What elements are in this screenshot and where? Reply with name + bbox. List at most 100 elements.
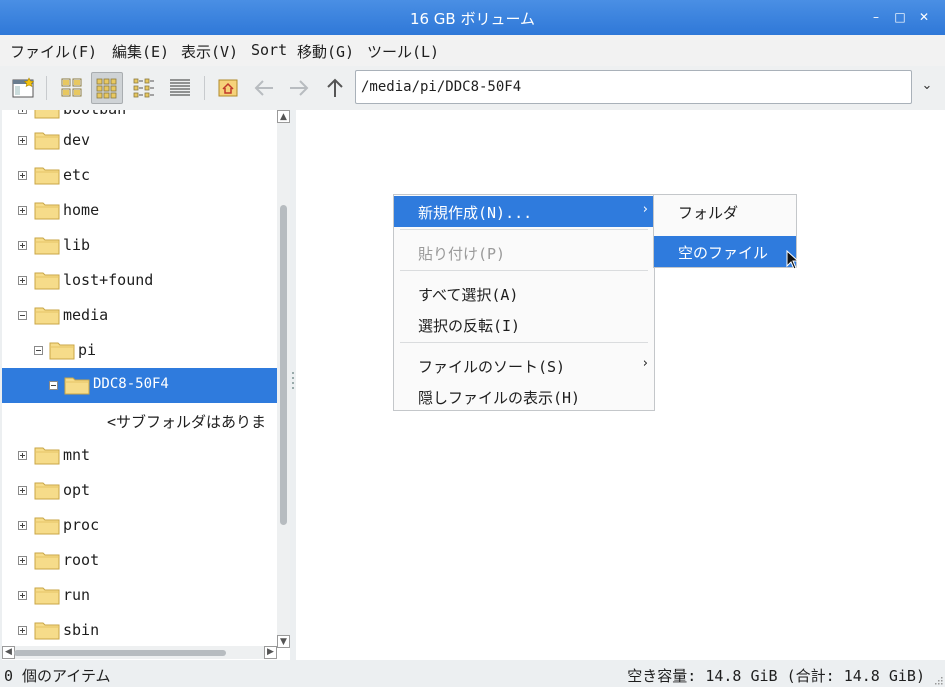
tree-row-dev[interactable]: dev bbox=[2, 123, 277, 158]
home-icon[interactable] bbox=[212, 72, 244, 104]
tree-row-mnt[interactable]: mnt bbox=[2, 438, 277, 473]
tree-row-lib[interactable]: lib bbox=[2, 228, 277, 263]
tree-row-run[interactable]: run bbox=[2, 578, 277, 613]
menu-file[interactable]: ファイル(F) bbox=[10, 41, 97, 62]
tree-row-root[interactable]: root bbox=[2, 543, 277, 578]
menu-item-invert-selection[interactable]: 選択の反転(I) bbox=[394, 309, 654, 340]
menu-item-select-all[interactable]: すべて選択(A) bbox=[394, 278, 654, 309]
collapse-icon[interactable] bbox=[34, 346, 43, 355]
expand-icon[interactable] bbox=[18, 626, 27, 635]
collapse-icon[interactable] bbox=[49, 381, 58, 390]
tree-label: bootban bbox=[63, 110, 126, 118]
expand-icon[interactable] bbox=[18, 206, 27, 215]
tree-vertical-scrollbar[interactable]: ▲ ▼ bbox=[277, 110, 290, 648]
folder-icon bbox=[49, 342, 75, 360]
tree-row-sbin[interactable]: sbin bbox=[2, 613, 277, 648]
menu-item-label: 選択の反転(I) bbox=[418, 317, 521, 335]
resize-grip-icon[interactable] bbox=[933, 675, 943, 685]
expand-icon[interactable] bbox=[18, 451, 27, 460]
close-button[interactable]: ✕ bbox=[914, 8, 934, 26]
detailed-list-view-icon[interactable] bbox=[164, 72, 196, 104]
menu-item-show-hidden[interactable]: 隠しファイルの表示(H) bbox=[394, 381, 654, 412]
menu-item-paste[interactable]: 貼り付け(P) bbox=[394, 237, 654, 268]
icon-view-icon[interactable] bbox=[56, 72, 88, 104]
up-arrow-icon[interactable] bbox=[319, 72, 351, 104]
expand-icon[interactable] bbox=[18, 136, 27, 145]
expand-icon[interactable] bbox=[18, 110, 27, 114]
collapse-icon[interactable] bbox=[18, 311, 27, 320]
status-bar: 0 個のアイテム 空き容量: 14.8 GiB (合計: 14.8 GiB) bbox=[0, 660, 945, 687]
forward-arrow-icon[interactable] bbox=[283, 72, 315, 104]
tree-label: DDC8-50F4 bbox=[93, 376, 169, 392]
expand-icon[interactable] bbox=[18, 171, 27, 180]
menu-item-label: 隠しファイルの表示(H) bbox=[418, 389, 581, 407]
tree-row-home[interactable]: home bbox=[2, 193, 277, 228]
menu-view[interactable]: 表示(V) bbox=[181, 41, 238, 62]
item-count: 0 個のアイテム bbox=[4, 667, 111, 685]
tree-label: mnt bbox=[63, 446, 91, 464]
folder-icon bbox=[34, 447, 60, 465]
window-title: 16 GB ボリューム bbox=[409, 10, 536, 28]
folder-icon bbox=[34, 307, 60, 325]
chevron-down-icon[interactable]: ⌄ bbox=[915, 78, 939, 98]
toolbar-separator bbox=[204, 76, 205, 100]
menu-item-new[interactable]: 新規作成(N)... › bbox=[394, 196, 654, 227]
tree-label: opt bbox=[63, 481, 91, 499]
new-window-icon[interactable] bbox=[8, 72, 40, 104]
menu-tools[interactable]: ツール(L) bbox=[367, 41, 439, 62]
chevron-right-icon: › bbox=[642, 202, 648, 217]
tree-label: sbin bbox=[63, 621, 100, 639]
tree-label: lost+found bbox=[63, 271, 154, 289]
tree-label: etc bbox=[63, 166, 91, 184]
expand-icon[interactable] bbox=[18, 241, 27, 250]
menu-item-label: 空のファイル bbox=[678, 244, 769, 262]
scroll-thumb[interactable] bbox=[280, 205, 287, 525]
chevron-right-icon: › bbox=[642, 356, 648, 371]
menu-bar: ファイル(F) 編集(E) 表示(V) Sort 移動(G) ツール(L) bbox=[0, 35, 945, 66]
back-arrow-icon[interactable] bbox=[248, 72, 280, 104]
scroll-up-icon[interactable]: ▲ bbox=[277, 110, 290, 123]
tree-row-media[interactable]: media bbox=[2, 298, 277, 333]
folder-icon bbox=[34, 587, 60, 605]
tree-row-ddc8-50f4[interactable]: DDC8-50F4 bbox=[2, 368, 277, 403]
tree-row-pi[interactable]: pi bbox=[2, 333, 277, 368]
folder-icon bbox=[34, 552, 60, 570]
tree-row-etc[interactable]: etc bbox=[2, 158, 277, 193]
minimize-button[interactable]: – bbox=[866, 8, 886, 26]
menu-edit[interactable]: 編集(E) bbox=[112, 41, 169, 62]
menu-sort[interactable]: Sort bbox=[251, 41, 287, 59]
scroll-thumb[interactable] bbox=[14, 650, 226, 656]
thumbnail-view-icon[interactable] bbox=[91, 72, 123, 104]
new-submenu: フォルダ 空のファイル bbox=[653, 194, 797, 268]
expand-icon[interactable] bbox=[18, 591, 27, 600]
folder-tree[interactable]: bootban dev etc home lib lost+found medi… bbox=[2, 110, 290, 660]
compact-view-icon[interactable] bbox=[128, 72, 160, 104]
expand-icon[interactable] bbox=[18, 276, 27, 285]
menu-item-label: フォルダ bbox=[678, 204, 739, 222]
context-menu: 新規作成(N)... › 貼り付け(P) すべて選択(A) 選択の反転(I) フ… bbox=[393, 194, 655, 411]
expand-icon[interactable] bbox=[18, 486, 27, 495]
free-space: 空き容量: 14.8 GiB (合計: 14.8 GiB) bbox=[627, 667, 925, 685]
tree-label: proc bbox=[63, 516, 100, 534]
expand-icon[interactable] bbox=[18, 521, 27, 530]
submenu-item-folder[interactable]: フォルダ bbox=[654, 196, 796, 228]
tree-row-opt[interactable]: opt bbox=[2, 473, 277, 508]
tree-horizontal-scrollbar[interactable]: ◀ ▶ bbox=[2, 646, 277, 659]
menu-item-sort-files[interactable]: ファイルのソート(S) › bbox=[394, 350, 654, 381]
maximize-button[interactable]: □ bbox=[890, 8, 910, 26]
tree-label: home bbox=[63, 201, 100, 219]
folder-icon bbox=[34, 237, 60, 255]
title-bar: 16 GB ボリューム – □ ✕ bbox=[0, 0, 945, 35]
submenu-item-empty-file[interactable]: 空のファイル bbox=[654, 236, 796, 267]
menu-go[interactable]: 移動(G) bbox=[297, 41, 354, 62]
expand-icon[interactable] bbox=[18, 556, 27, 565]
tree-row-proc[interactable]: proc bbox=[2, 508, 277, 543]
tree-label: run bbox=[63, 586, 91, 604]
tree-label: dev bbox=[63, 131, 91, 149]
tree-label: <サブフォルダはありま bbox=[107, 413, 267, 431]
path-input[interactable]: /media/pi/DDC8-50F4 bbox=[355, 70, 912, 104]
toolbar-separator bbox=[46, 76, 47, 100]
scroll-down-icon[interactable]: ▼ bbox=[277, 635, 290, 648]
scroll-right-icon[interactable]: ▶ bbox=[264, 646, 277, 659]
tree-row-lost-found[interactable]: lost+found bbox=[2, 263, 277, 298]
